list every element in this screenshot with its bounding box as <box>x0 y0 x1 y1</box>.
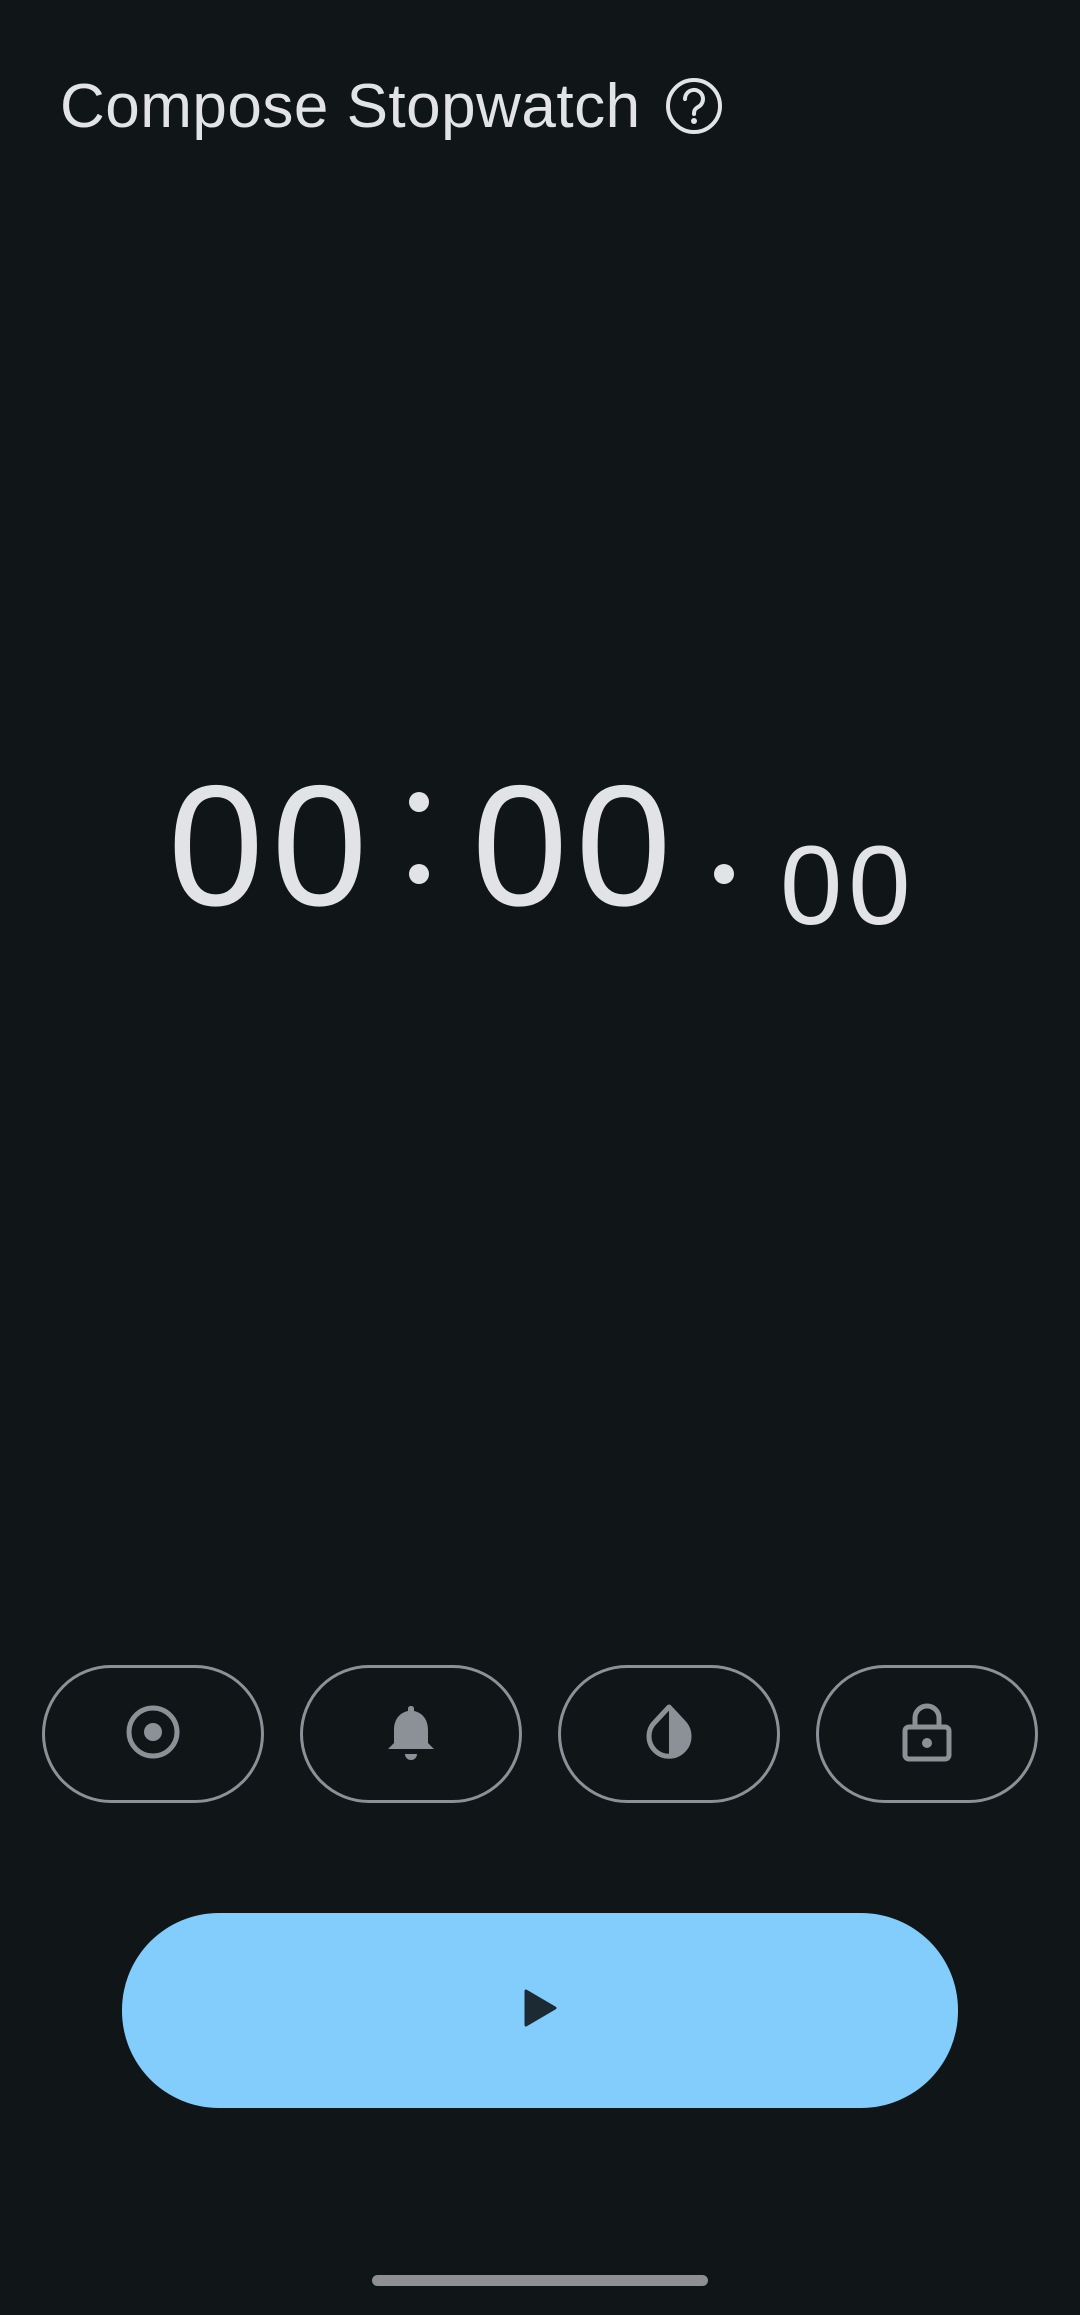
minutes-separator-top <box>409 792 429 812</box>
app-title: Compose Stopwatch <box>60 71 641 141</box>
play-icon <box>522 1988 558 2033</box>
app-bar: Compose Stopwatch <box>60 64 723 148</box>
sound-button[interactable] <box>300 1665 522 1803</box>
minutes-separator-bottom <box>409 864 429 884</box>
lock-icon <box>901 1701 953 1768</box>
bell-icon <box>383 1702 439 1767</box>
seconds-display: 00 <box>472 750 680 942</box>
theme-button[interactable] <box>558 1665 780 1803</box>
action-button-row <box>42 1665 1038 1803</box>
help-icon[interactable] <box>665 77 723 135</box>
hundredths-display: 00 <box>780 823 917 948</box>
radio-button-icon <box>123 1702 183 1767</box>
home-indicator[interactable] <box>372 2275 708 2286</box>
start-button[interactable] <box>122 1913 958 2108</box>
lock-button[interactable] <box>816 1665 1038 1803</box>
record-button[interactable] <box>42 1665 264 1803</box>
stopwatch-display: 00 00 00 <box>0 740 1080 948</box>
minutes-display: 00 <box>168 750 376 942</box>
seconds-separator <box>714 864 734 884</box>
contrast-drop-icon <box>641 1702 697 1767</box>
